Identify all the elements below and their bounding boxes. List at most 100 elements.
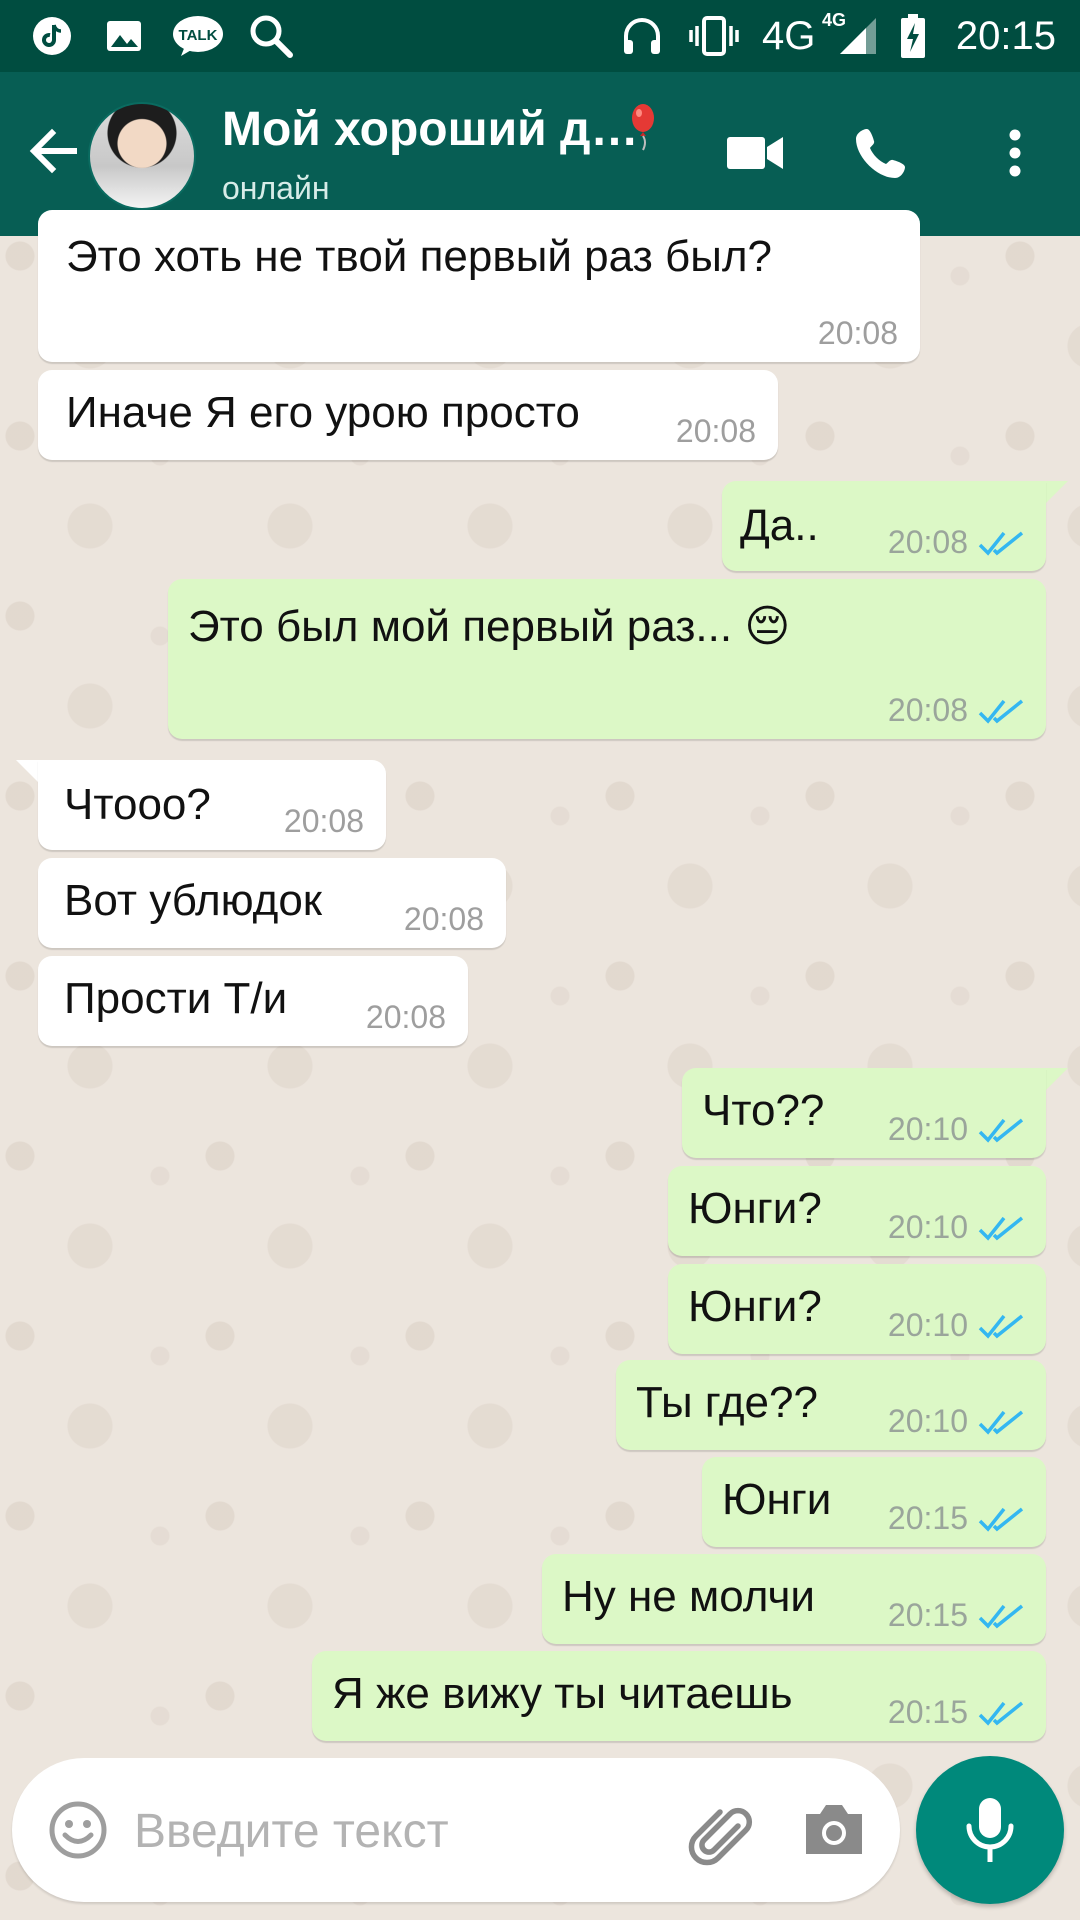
message-meta: 20:10 [888,1403,1024,1440]
search-icon [246,14,296,58]
message-outgoing[interactable]: Ты где?? 20:10 [616,1360,1046,1450]
message-outgoing[interactable]: Юнги? 20:10 [668,1264,1046,1354]
message-incoming[interactable]: Чтооо? 20:08 [38,760,386,850]
kakaotalk-icon: TALK [170,14,226,58]
message-time: 20:15 [887,1597,968,1633]
network-type: 4G [762,14,816,58]
bubble-tail [16,760,38,782]
voice-call-button[interactable] [846,118,916,188]
camera-button[interactable] [802,1800,866,1860]
message-meta: 20:08 [404,901,484,938]
emoji-button[interactable] [48,1800,108,1860]
message-meta: 20:15 [888,1500,1024,1537]
message-time: 20:15 [887,1694,968,1730]
svg-text:TALK: TALK [179,27,218,44]
message-text: Ты где?? [636,1378,818,1427]
status-time: 20:15 [955,14,1056,58]
message-text: Это хоть не твой первый раз был? [66,232,772,281]
message-meta: 20:15 [888,1597,1024,1634]
read-receipt-icon [978,1507,1024,1532]
message-text: Иначе Я его урою просто [66,388,580,437]
message-outgoing[interactable]: Что?? 20:10 [682,1068,1046,1158]
message-text: Чтооо? [64,780,211,829]
read-receipt-icon [978,1604,1024,1629]
message-meta: 20:08 [366,999,446,1036]
signal-icon [836,14,880,58]
contact-name[interactable]: Мой хороший д… [222,102,638,157]
video-call-button[interactable] [720,118,790,188]
phone-icon [856,129,905,178]
message-meta: 20:08 [284,803,364,840]
message-meta: 20:08 [676,413,756,450]
contact-status: онлайн [222,170,330,206]
status-bar: TALK 4G 4G 20:15 [0,0,1080,72]
back-arrow-icon [29,128,77,174]
message-meta: 20:08 [888,524,1024,561]
paperclip-icon [688,1807,753,1866]
message-text: Вот ублюдок [64,876,323,925]
composer-bar [12,1758,900,1902]
gallery-icon [102,14,146,58]
attach-button[interactable] [684,1798,754,1868]
microphone-icon [966,1798,1014,1862]
bubble-tail [1046,1068,1068,1090]
message-text: Что?? [702,1086,825,1135]
message-time: 20:08 [403,901,484,937]
message-text: Юнги? [688,1184,822,1233]
message-time: 20:08 [283,803,364,839]
vibrate-icon [686,14,742,58]
message-incoming[interactable]: Иначе Я его урою просто 20:08 [38,370,778,460]
message-time: 20:08 [365,999,446,1035]
message-text: Юнги? [688,1282,822,1331]
camera-icon [806,1805,862,1854]
back-button[interactable] [18,116,88,186]
message-outgoing[interactable]: Юнги 20:15 [702,1457,1046,1547]
message-meta: 20:10 [888,1307,1024,1344]
message-outgoing[interactable]: Юнги? 20:10 [668,1166,1046,1256]
message-text: Юнги [722,1475,832,1524]
read-receipt-icon [978,699,1024,724]
read-receipt-icon [978,1314,1024,1339]
message-time: 20:08 [887,524,968,560]
read-receipt-icon [978,1701,1024,1726]
message-incoming[interactable]: Это хоть не твой первый раз был? 20:08 [38,210,920,362]
battery-charging-icon [898,14,928,58]
message-time: 20:10 [887,1403,968,1439]
message-time: 20:08 [887,692,968,728]
read-receipt-icon [978,531,1024,556]
message-meta: 20:08 [818,315,898,352]
chat-screen: TALK 4G 4G 20:15 Мой хороший д… онлайн Э… [0,0,1080,1920]
message-text: Я же вижу ты читаешь [332,1669,793,1718]
message-time: 20:10 [887,1209,968,1245]
message-time: 20:10 [887,1111,968,1147]
message-outgoing[interactable]: Я же вижу ты читаешь 20:15 [312,1651,1046,1741]
message-time: 20:10 [887,1307,968,1343]
message-outgoing[interactable]: Да.. 20:08 [722,481,1046,571]
message-time: 20:08 [675,413,756,449]
message-time: 20:08 [817,315,898,351]
balloon-icon [628,104,658,152]
message-meta: 20:10 [888,1111,1024,1148]
more-options-button[interactable] [1000,118,1030,188]
message-outgoing[interactable]: Это был мой первый раз... 😔 20:08 [168,579,1046,739]
message-input[interactable] [132,1792,656,1870]
read-receipt-icon [978,1410,1024,1435]
message-outgoing[interactable]: Ну не молчи 20:15 [542,1554,1046,1644]
contact-avatar[interactable] [88,102,196,210]
voice-message-button[interactable] [916,1756,1064,1904]
emoji-icon [49,1801,107,1859]
message-incoming[interactable]: Прости Т/и 20:08 [38,956,468,1046]
message-meta: 20:15 [888,1694,1024,1731]
message-text: Ну не молчи [562,1572,815,1621]
read-receipt-icon [978,1216,1024,1241]
more-vert-icon [1009,129,1021,177]
bubble-tail [1046,481,1068,503]
tiktok-icon [30,14,74,58]
message-time: 20:15 [887,1500,968,1536]
message-meta: 20:10 [888,1209,1024,1246]
message-text: Это был мой первый раз... 😔 [188,602,791,651]
message-text: Прости Т/и [64,974,288,1023]
video-call-icon [727,137,783,169]
message-incoming[interactable]: Вот ублюдок 20:08 [38,858,506,948]
headphones-icon [618,14,666,58]
